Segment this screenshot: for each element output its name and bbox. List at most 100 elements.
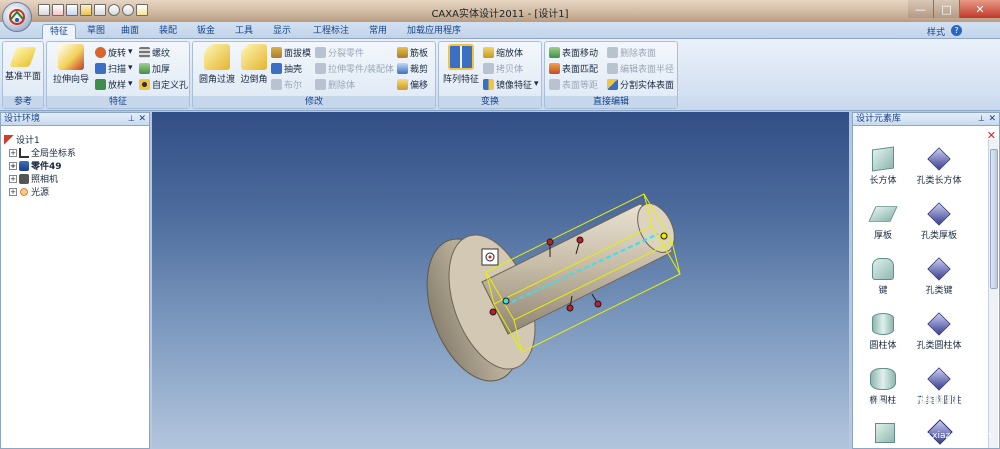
offset-button[interactable]: 偏移	[397, 77, 428, 91]
expand-icon[interactable]: +	[9, 174, 17, 183]
shell-icon	[271, 62, 282, 74]
fillet-button[interactable]: 圆角过渡	[197, 44, 237, 85]
maximize-icon[interactable]: □	[934, 0, 960, 18]
edit-face-radius-button[interactable]: 编辑表面半径	[607, 61, 674, 75]
scrollbar-thumb[interactable]	[990, 149, 998, 289]
delete-body-icon	[315, 78, 326, 90]
lib-item-hole-plate[interactable]: 孔类厚板	[911, 202, 967, 241]
face-equal-distance-button[interactable]: 表面等距	[549, 77, 598, 91]
array-feature-icon	[448, 44, 474, 70]
revolve-button[interactable]: 旋转 ▾	[95, 45, 133, 59]
tree-item-camera[interactable]: + 照相机	[9, 172, 58, 185]
datum-plane-button[interactable]: 基准平面	[3, 44, 43, 82]
scale-body-button[interactable]: 缩放体	[483, 45, 523, 59]
part-model[interactable]	[152, 112, 849, 449]
pin-icon[interactable]: ⊥	[128, 113, 135, 125]
close-icon[interactable]: ✕	[960, 0, 1000, 18]
tree-item-light[interactable]: + 光源	[9, 185, 49, 198]
expand-icon[interactable]: +	[9, 161, 17, 170]
copy-body-label: 拷贝体	[496, 64, 524, 75]
lib-item-plate[interactable]: 厚板	[855, 203, 911, 241]
tab-sketch[interactable]: 草图	[80, 24, 112, 39]
lib-item-key[interactable]: 键	[855, 258, 911, 296]
boolean-button[interactable]: 布尔	[271, 77, 302, 91]
split-solid-face-label: 分割实体表面	[620, 80, 675, 91]
camera-icon	[19, 173, 29, 184]
thread-button[interactable]: 螺纹	[139, 45, 170, 59]
tab-sheet-metal[interactable]: 钣金	[190, 24, 222, 39]
split-part-icon	[315, 46, 326, 58]
tab-display[interactable]: 显示	[266, 24, 298, 39]
datum-plane-icon	[9, 47, 37, 67]
revolve-label: 旋转	[108, 48, 127, 59]
tab-feature[interactable]: 特征	[42, 24, 77, 40]
copy-body-button[interactable]: 拷贝体	[483, 61, 523, 75]
dropdown-arrow-icon[interactable]: ▾	[128, 63, 133, 73]
app-menu-button[interactable]	[2, 2, 32, 32]
move-face-button[interactable]: 表面移动	[549, 45, 598, 59]
group-transform-label: 变换	[439, 96, 541, 108]
extrude-assembly-button[interactable]: 拉伸零件/装配体	[315, 61, 394, 75]
offset-label: 偏移	[410, 80, 429, 91]
chamfer-label: 边倒角	[240, 75, 268, 85]
coordinate-system-icon	[19, 147, 29, 158]
3d-viewport[interactable]	[152, 112, 849, 449]
shell-button[interactable]: 抽壳	[271, 61, 302, 75]
chamfer-button[interactable]: 边倒角	[237, 44, 271, 85]
lib-item-label: 键	[878, 286, 888, 296]
sweep-icon	[95, 62, 106, 74]
tab-dimension[interactable]: 工程标注	[306, 24, 356, 39]
draft-button[interactable]: 面拔模	[271, 45, 311, 59]
close-icon[interactable]: ✕	[138, 113, 146, 125]
extrude-wizard-icon	[58, 44, 84, 70]
tree-item-label: 光源	[31, 188, 50, 198]
split-solid-face-button[interactable]: 分割实体表面	[607, 77, 674, 91]
tree-item-design1[interactable]: 设计1	[4, 133, 40, 146]
design-env-panel: 设计环境 ⊥ ✕ 设计1 + 全局坐标系 + 零件49 + 照相机 + 光源	[0, 112, 150, 449]
split-part-button[interactable]: 分裂零件	[315, 45, 364, 59]
boolean-label: 布尔	[284, 80, 303, 91]
library-scrollbar[interactable]	[988, 139, 998, 448]
group-modify: 圆角过渡 边倒角 面拔模 抽壳 布尔 分裂零件 拉伸零件/装配体 删除体 筋板 …	[192, 41, 436, 109]
custom-hole-button[interactable]: 自定义孔	[139, 77, 188, 91]
tab-surface[interactable]: 曲面	[114, 24, 146, 39]
tab-assembly[interactable]: 装配	[152, 24, 184, 39]
lib-item-box[interactable]: 长方体	[855, 146, 911, 186]
expand-icon[interactable]: +	[9, 187, 17, 196]
array-feature-button[interactable]: 阵列特征	[441, 44, 481, 85]
loft-icon	[95, 78, 106, 90]
style-menu-label[interactable]: 样式	[927, 25, 945, 38]
thicken-button[interactable]: 加厚	[139, 61, 170, 75]
rib-button[interactable]: 筋板	[397, 45, 428, 59]
lib-item-hole-cylinder[interactable]: 孔类圆柱体	[911, 312, 967, 351]
pin-icon[interactable]: ⊥	[978, 113, 985, 125]
tree-item-part49[interactable]: + 零件49	[9, 159, 62, 172]
delete-face-button[interactable]: 删除表面	[607, 45, 656, 59]
boolean-icon	[271, 78, 282, 90]
dropdown-arrow-icon[interactable]: ▾	[534, 79, 539, 89]
minimize-icon[interactable]: —	[908, 0, 934, 18]
expand-icon[interactable]: +	[9, 148, 17, 157]
delete-body-button[interactable]: 删除体	[315, 77, 355, 91]
dropdown-arrow-icon[interactable]: ▾	[128, 47, 133, 57]
lib-item-cylinder[interactable]: 圆柱体	[855, 313, 911, 351]
delete-face-label: 删除表面	[620, 48, 657, 59]
mirror-feature-button[interactable]: 镜像特征 ▾	[483, 77, 539, 91]
edit-face-radius-icon	[607, 62, 618, 74]
chamfer-icon	[241, 44, 267, 70]
trim-button[interactable]: 裁剪	[397, 61, 428, 75]
help-icon[interactable]: ?	[951, 25, 962, 36]
lib-item-hole-key[interactable]: 孔类键	[911, 257, 967, 296]
lib-item-hole-box[interactable]: 孔类长方体	[911, 147, 967, 186]
tab-common[interactable]: 常用	[362, 24, 394, 39]
element-library-panel-title: 设计元素库	[856, 114, 902, 124]
dropdown-arrow-icon[interactable]: ▾	[128, 79, 133, 89]
tab-tools[interactable]: 工具	[228, 24, 260, 39]
close-icon[interactable]: ✕	[988, 113, 996, 125]
tree-item-global-coords[interactable]: + 全局坐标系	[9, 146, 76, 159]
tab-addins[interactable]: 加载应用程序	[400, 24, 468, 39]
loft-button[interactable]: 放样 ▾	[95, 77, 133, 91]
extrude-wizard-button[interactable]: 拉伸向导	[49, 44, 93, 85]
sweep-button[interactable]: 扫描 ▾	[95, 61, 133, 75]
match-face-button[interactable]: 表面匹配	[549, 61, 598, 75]
